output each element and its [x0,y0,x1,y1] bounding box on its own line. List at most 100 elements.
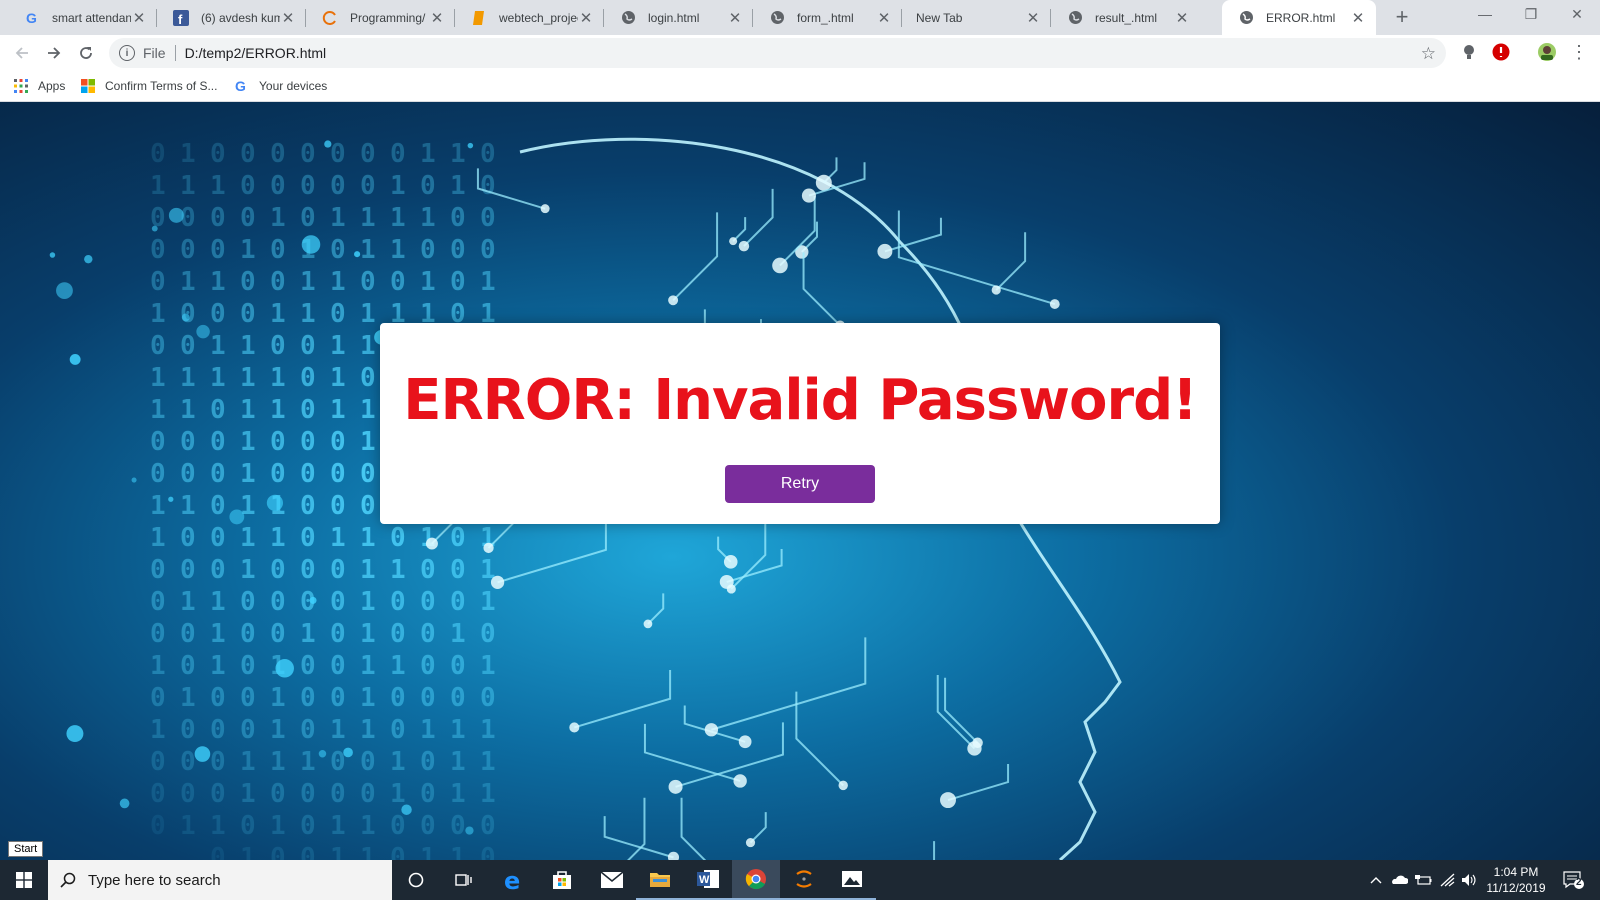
forward-button[interactable] [41,40,67,66]
close-tab-icon[interactable]: ✕ [429,9,445,27]
close-tab-icon[interactable]: ✕ [876,9,892,27]
volume-icon[interactable] [1458,860,1480,900]
svg-text:0: 0 [150,267,166,297]
page-content: 0100010110011000101000110010011001001001… [0,102,1600,860]
restore-button[interactable]: ❐ [1508,0,1554,30]
svg-text:e: e [504,869,520,891]
svg-text:W: W [699,874,710,886]
svg-text:1: 1 [180,395,196,425]
wifi-icon[interactable] [1436,860,1458,900]
search-icon [60,872,76,888]
word-icon[interactable]: W [684,860,732,900]
tab-new-tab[interactable]: New Tab ✕ [902,0,1051,35]
svg-text:1: 1 [180,587,196,617]
close-tab-icon[interactable]: ✕ [578,9,594,27]
svg-text:0: 0 [360,267,376,297]
svg-text:1: 1 [330,811,346,841]
apps-grid-icon [14,79,28,93]
extension-shield-icon[interactable] [1489,40,1513,64]
start-button[interactable] [0,860,48,900]
store-icon[interactable] [538,860,586,900]
minimize-button[interactable]: — [1462,0,1508,30]
bookmark-apps[interactable]: Apps [14,77,65,95]
svg-text:1: 1 [180,683,196,713]
svg-text:0: 0 [390,683,406,713]
svg-text:1: 1 [210,363,226,393]
cortana-icon[interactable] [392,860,440,900]
svg-text:1: 1 [210,811,226,841]
svg-text:0: 0 [300,651,316,681]
svg-text:0: 0 [180,715,196,745]
file-explorer-icon[interactable] [636,860,684,900]
tab-form[interactable]: form_.html ✕ [753,0,902,35]
new-tab-button[interactable]: + [1389,4,1415,30]
bookmark-your-devices[interactable]: G Your devices [235,77,327,95]
close-tab-icon[interactable]: ✕ [727,9,743,27]
bookmark-label: Your devices [259,79,328,93]
system-clock[interactable]: 1:04 PM 11/12/2019 [1478,864,1554,896]
close-tab-icon[interactable]: ✕ [1350,9,1366,27]
url-text[interactable]: D:/temp2/ERROR.html [185,45,327,61]
java-app-icon[interactable] [780,860,828,900]
taskbar-search[interactable]: Type here to search [48,860,392,900]
close-tab-icon[interactable]: ✕ [1025,9,1041,27]
svg-text:0: 0 [420,587,436,617]
show-hidden-icons[interactable] [1366,860,1386,900]
tab-error[interactable]: ERROR.html ✕ [1222,0,1376,35]
svg-text:1: 1 [300,619,316,649]
address-bar[interactable]: i File D:/temp2/ERROR.html ☆ [109,38,1446,68]
bookmark-star-icon[interactable]: ☆ [1421,44,1436,64]
svg-text:1: 1 [450,139,466,169]
svg-text:0: 0 [450,203,466,233]
bookmark-confirm-terms[interactable]: Confirm Terms of S... [81,77,217,95]
tab-facebook[interactable]: f (6) avdesh kuma ✕ [157,0,306,35]
tab-result[interactable]: result_.html ✕ [1051,0,1200,35]
close-tab-icon[interactable]: ✕ [280,9,296,27]
svg-text:0: 0 [210,459,226,489]
back-button[interactable] [9,40,35,66]
bookmark-label: Confirm Terms of S... [105,79,218,93]
svg-text:0: 0 [480,683,496,713]
svg-text:1: 1 [210,171,226,201]
info-icon[interactable]: i [119,45,135,61]
svg-text:1: 1 [300,747,316,777]
menu-kebab-icon[interactable]: ⋮ [1567,40,1591,64]
extension-bulb-icon[interactable] [1457,40,1481,64]
svg-text:1: 1 [330,395,346,425]
svg-text:0: 0 [390,843,406,860]
close-window-button[interactable]: ✕ [1554,0,1600,30]
tab-webtech-project[interactable]: webtech_project ✕ [455,0,604,35]
profile-avatar[interactable] [1535,40,1559,64]
svg-text:1: 1 [270,747,286,777]
close-tab-icon[interactable]: ✕ [1174,9,1190,27]
svg-text:0: 0 [360,363,376,393]
svg-text:0: 0 [450,587,466,617]
svg-text:0: 0 [420,683,436,713]
tab-title: Programming/ [350,10,426,25]
tab-login[interactable]: login.html ✕ [604,0,753,35]
mail-icon[interactable] [588,860,636,900]
photos-icon[interactable] [828,860,876,900]
svg-text:1: 1 [240,427,256,457]
error-message: ERROR: Invalid Password! [403,368,1198,433]
svg-text:0: 0 [480,843,496,860]
close-tab-icon[interactable]: ✕ [131,9,147,27]
svg-text:0: 0 [420,779,436,809]
reload-button[interactable] [73,40,99,66]
svg-text:0: 0 [450,811,466,841]
svg-text:1: 1 [180,267,196,297]
svg-text:1: 1 [420,267,436,297]
tab-smart-attendance[interactable]: G smart attendanc ✕ [8,0,157,35]
svg-text:0: 0 [300,715,316,745]
tab-programming[interactable]: Programming/ ✕ [306,0,455,35]
svg-text:0: 0 [450,555,466,585]
edge-icon[interactable]: e [490,860,538,900]
retry-button[interactable]: Retry [725,465,875,503]
svg-text:1: 1 [300,299,316,329]
svg-text:0: 0 [180,523,196,553]
chrome-icon[interactable] [732,860,780,900]
onedrive-icon[interactable] [1388,860,1410,900]
action-center-button[interactable]: 2 [1556,860,1592,900]
task-view-icon[interactable] [440,860,488,900]
battery-icon[interactable] [1412,860,1434,900]
